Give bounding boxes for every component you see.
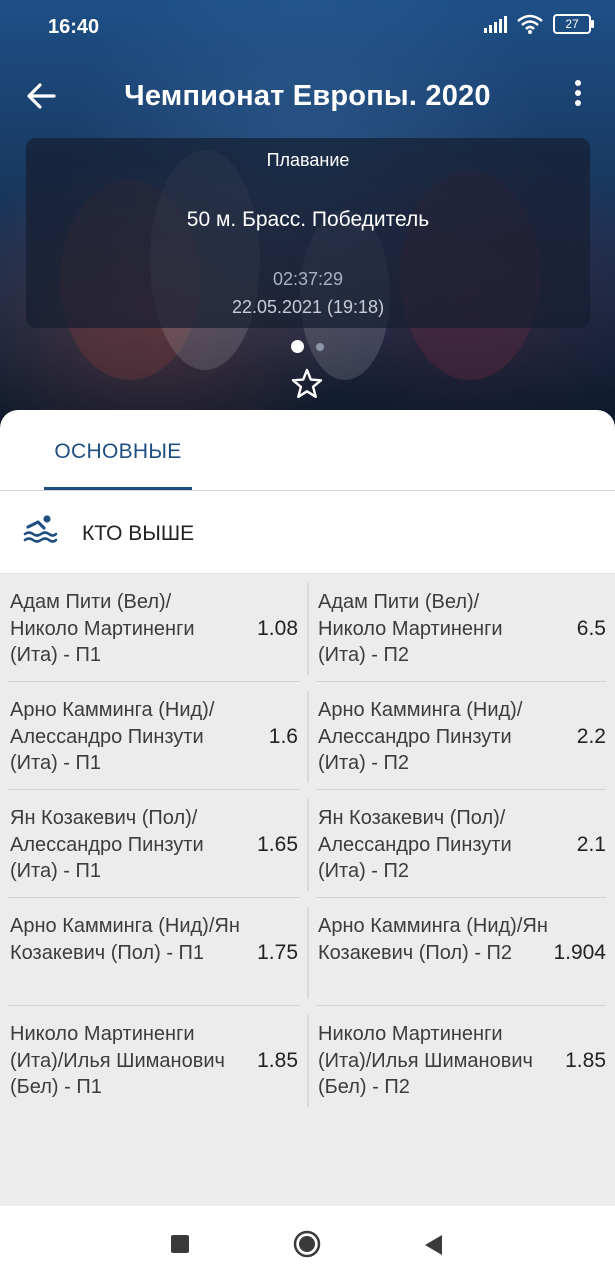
- row-divider: [316, 897, 606, 898]
- event-header: 16:40 27 Чемпионат Европы. 2020 Плавание…: [0, 0, 615, 440]
- bet-odd: 1.6: [268, 725, 298, 748]
- status-bar: 16:40 27: [0, 0, 615, 52]
- bet-option[interactable]: Арно Камминга (Нид)/ Алессандро Пинзути …: [309, 683, 615, 790]
- status-icons: 27: [484, 14, 594, 34]
- bet-row: Николо Мартиненги (Ита)/Илья Шиманович (…: [0, 1007, 615, 1115]
- carousel-dot[interactable]: [316, 342, 324, 351]
- bet-odd: 1.08: [257, 617, 298, 640]
- nav-back-icon[interactable]: [423, 1234, 443, 1256]
- bet-row: Адам Пити (Вел)/ Николо Мартиненги (Ита)…: [0, 575, 615, 683]
- bet-option[interactable]: Адам Пити (Вел)/ Николо Мартиненги (Ита)…: [0, 575, 307, 682]
- bet-row: Арно Камминга (Нид)/Ян Козакевич (Пол) -…: [0, 899, 615, 1007]
- row-divider: [316, 1005, 606, 1006]
- bet-option[interactable]: Адам Пити (Вел)/ Николо Мартиненги (Ита)…: [309, 575, 615, 682]
- bet-odd: 1.85: [565, 1049, 606, 1072]
- bet-odd: 1.65: [257, 833, 298, 856]
- signal-icon: [484, 15, 507, 33]
- bet-row: Арно Камминга (Нид)/ Алессандро Пинзути …: [0, 683, 615, 791]
- bet-odd: 2.2: [576, 725, 606, 748]
- system-navigation-bar: [0, 1206, 615, 1280]
- tab-bar: ОСНОВНЫЕ: [0, 410, 615, 491]
- carousel-dot-active[interactable]: [291, 340, 304, 353]
- carousel-indicator[interactable]: [0, 340, 615, 353]
- tab-main[interactable]: ОСНОВНЫЕ: [44, 410, 192, 490]
- row-divider: [8, 789, 300, 790]
- bet-option-name: Ян Козакевич (Пол)/ Алессандро Пинзути (…: [318, 807, 512, 882]
- bet-option[interactable]: Николо Мартиненги (Ита)/Илья Шиманович (…: [0, 1007, 307, 1114]
- bet-option[interactable]: Николо Мартиненги (Ита)/Илья Шиманович (…: [309, 1007, 615, 1114]
- bet-option-name: Арно Камминга (Нид)/ Алессандро Пинзути …: [10, 699, 215, 774]
- market-title: КТО ВЫШЕ: [82, 522, 195, 545]
- bet-option[interactable]: Арно Камминга (Нид)/ Алессандро Пинзути …: [0, 683, 307, 790]
- row-divider: [8, 897, 300, 898]
- tab-label: ОСНОВНЫЕ: [54, 440, 182, 463]
- favorite-star-icon[interactable]: [290, 367, 324, 401]
- more-menu-icon[interactable]: [563, 76, 593, 116]
- bet-row: Ян Козакевич (Пол)/ Алессандро Пинзути (…: [0, 791, 615, 899]
- bet-option[interactable]: Арно Камминга (Нид)/Ян Козакевич (Пол) -…: [0, 899, 307, 1006]
- page-title: Чемпионат Европы. 2020: [124, 80, 491, 112]
- event-name: 50 м. Брасс. Победитель: [186, 208, 430, 231]
- home-icon[interactable]: [293, 1230, 321, 1258]
- bet-option-name: Адам Пити (Вел)/ Николо Мартиненги (Ита)…: [10, 591, 195, 666]
- bet-option[interactable]: Ян Козакевич (Пол)/ Алессандро Пинзути (…: [0, 791, 307, 898]
- row-divider: [316, 681, 606, 682]
- wifi-icon: [517, 14, 543, 34]
- bet-option-name: Адам Пити (Вел)/ Николо Мартиненги (Ита)…: [318, 591, 503, 666]
- bet-option[interactable]: Арно Камминга (Нид)/Ян Козакевич (Пол) -…: [309, 899, 615, 1006]
- bet-odd: 2.1: [576, 833, 606, 856]
- bet-option-name: Николо Мартиненги (Ита)/Илья Шиманович (…: [10, 1023, 225, 1098]
- bet-odd: 1.904: [553, 941, 606, 964]
- bet-option-name: Арно Камминга (Нид)/Ян Козакевич (Пол) -…: [10, 915, 240, 964]
- app-bar: Чемпионат Европы. 2020: [0, 60, 615, 132]
- bet-odd: 1.85: [257, 1049, 298, 1072]
- row-divider: [8, 1005, 300, 1006]
- bet-odd: 6.5: [576, 617, 606, 640]
- bet-option-name: Николо Мартиненги (Ита)/Илья Шиманович (…: [318, 1023, 533, 1098]
- bet-option-name: Ян Козакевич (Пол)/ Алессандро Пинзути (…: [10, 807, 204, 882]
- event-info-card: Плавание 50 м. Брасс. Победитель 02:37:2…: [26, 138, 590, 328]
- row-divider: [8, 681, 300, 682]
- recent-apps-icon[interactable]: [171, 1235, 189, 1253]
- countdown-timer: 02:37:29: [272, 269, 344, 289]
- swimmer-icon: [23, 515, 58, 543]
- bet-option-name: Арно Камминга (Нид)/Ян Козакевич (Пол) -…: [318, 915, 548, 964]
- tab-active-indicator: [44, 487, 192, 490]
- bet-option-name: Арно Камминга (Нид)/ Алессандро Пинзути …: [318, 699, 523, 774]
- status-time: 16:40: [48, 16, 100, 38]
- bet-option[interactable]: Ян Козакевич (Пол)/ Алессандро Пинзути (…: [309, 791, 615, 898]
- market-header[interactable]: КТО ВЫШЕ: [0, 491, 615, 574]
- row-divider: [316, 789, 606, 790]
- sport-label: Плавание: [266, 150, 350, 170]
- bet-odd: 1.75: [257, 941, 298, 964]
- battery-icon: 27: [553, 14, 594, 34]
- bet-options-grid: Адам Пити (Вел)/ Николо Мартиненги (Ита)…: [0, 575, 615, 1115]
- event-date: 22.05.2021 (19:18): [231, 297, 385, 317]
